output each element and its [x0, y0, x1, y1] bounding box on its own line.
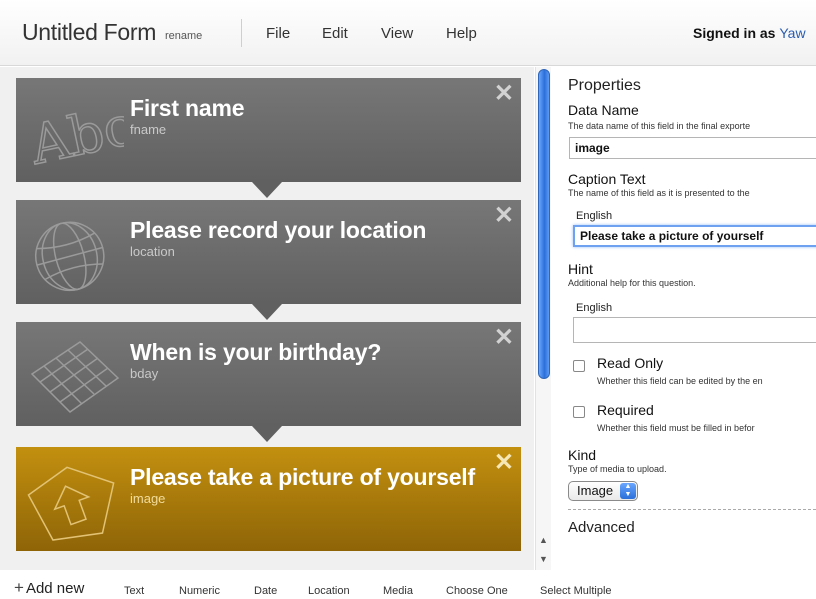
- caption-text-label: Caption Text: [568, 171, 646, 187]
- caption-language-label: English: [576, 210, 613, 222]
- form-title: Untitled Form: [22, 19, 157, 45]
- close-icon[interactable]: ✕: [494, 326, 514, 350]
- caption-text-description: The name of this field as it is presente…: [568, 188, 750, 198]
- field-title: When is your birthday?: [130, 339, 382, 365]
- section-divider: [568, 509, 816, 510]
- card-connector: [252, 182, 282, 198]
- card-connector: [252, 304, 282, 320]
- close-icon[interactable]: ✕: [494, 82, 514, 106]
- required-checkbox[interactable]: [573, 406, 585, 418]
- text-abc-icon: Abc: [26, 93, 124, 174]
- add-select-multiple-field[interactable]: Select Multiple: [540, 585, 612, 597]
- field-card-bday[interactable]: When is your birthday? bday ✕: [16, 322, 521, 426]
- add-media-field[interactable]: Media: [383, 585, 413, 597]
- rename-link[interactable]: rename: [165, 30, 202, 42]
- calendar-icon: [30, 341, 120, 413]
- field-data-name: bday: [130, 366, 159, 381]
- field-title: Please record your location: [130, 217, 427, 243]
- card-connector: [252, 426, 282, 442]
- plus-icon: +: [14, 578, 24, 597]
- properties-panel: Properties Data Name The data name of th…: [552, 67, 816, 570]
- read-only-label: Read Only: [597, 355, 664, 371]
- top-bar: Untitled Form rename File Edit View Help…: [0, 0, 816, 66]
- field-card-image[interactable]: Please take a picture of yourself image …: [16, 447, 521, 551]
- svg-text:Abc: Abc: [26, 94, 124, 174]
- field-card-fname[interactable]: Abc First name fname ✕: [16, 78, 521, 182]
- data-name-description: The data name of this field in the final…: [568, 121, 751, 131]
- add-field-toolbar: + Add new Text Numeric Date Location Medi…: [0, 572, 816, 599]
- add-new-text: Add new: [25, 580, 85, 597]
- menu-help[interactable]: Help: [446, 25, 477, 42]
- close-icon[interactable]: ✕: [494, 204, 514, 228]
- field-card-location[interactable]: Please record your location location ✕: [16, 200, 521, 304]
- field-data-name: fname: [130, 122, 167, 137]
- add-choose-one-field[interactable]: Choose One: [446, 585, 508, 597]
- scroll-up-icon[interactable]: ▲: [539, 535, 548, 545]
- kind-description: Type of media to upload.: [568, 464, 667, 474]
- field-title: First name: [130, 95, 245, 121]
- menu-file[interactable]: File: [266, 25, 290, 42]
- signed-in-label: Signed in as: [693, 25, 776, 41]
- scrollbar-thumb[interactable]: [538, 69, 550, 379]
- required-description: Whether this field must be filled in bef…: [597, 423, 755, 433]
- kind-label: Kind: [568, 447, 597, 463]
- menu-edit[interactable]: Edit: [322, 25, 348, 42]
- field-data-name: location: [130, 244, 175, 259]
- field-data-name: image: [130, 491, 166, 506]
- add-date-field[interactable]: Date: [254, 585, 277, 597]
- form-workspace: Abc First name fname ✕ Please record you…: [0, 67, 534, 570]
- required-label: Required: [597, 402, 654, 418]
- caption-text-input[interactable]: [573, 225, 816, 247]
- close-icon[interactable]: ✕: [494, 451, 514, 475]
- hint-language-label: English: [576, 302, 613, 314]
- user-link[interactable]: Yaw: [779, 25, 805, 41]
- field-title: Please take a picture of yourself: [130, 464, 475, 490]
- kind-select[interactable]: Image ▲ ▼: [568, 481, 638, 501]
- data-name-input[interactable]: [569, 137, 816, 159]
- read-only-checkbox[interactable]: [573, 360, 585, 372]
- hint-label: Hint: [568, 261, 593, 277]
- add-location-field[interactable]: Location: [308, 585, 350, 597]
- data-name-label: Data Name: [568, 102, 639, 118]
- hint-description: Additional help for this question.: [568, 278, 696, 288]
- workspace-scrollbar[interactable]: ▲ ▼: [535, 67, 551, 570]
- advanced-section-toggle[interactable]: Advanced: [568, 519, 635, 536]
- scroll-down-icon[interactable]: ▼: [539, 554, 548, 564]
- title-divider: [241, 19, 242, 47]
- select-arrows-icon: ▲ ▼: [620, 483, 636, 499]
- add-numeric-field[interactable]: Numeric: [179, 585, 220, 597]
- add-new-label: + Add new: [14, 578, 84, 598]
- globe-icon: [35, 221, 105, 292]
- add-text-field[interactable]: Text: [124, 585, 144, 597]
- read-only-description: Whether this field can be edited by the …: [597, 376, 763, 386]
- properties-heading: Properties: [568, 77, 641, 94]
- kind-selected-value: Image: [577, 483, 614, 498]
- menu-view[interactable]: View: [381, 25, 413, 42]
- hint-input[interactable]: [573, 317, 816, 343]
- signed-in-status: Signed in as Yaw: [693, 25, 806, 41]
- media-upload-icon: [27, 466, 115, 541]
